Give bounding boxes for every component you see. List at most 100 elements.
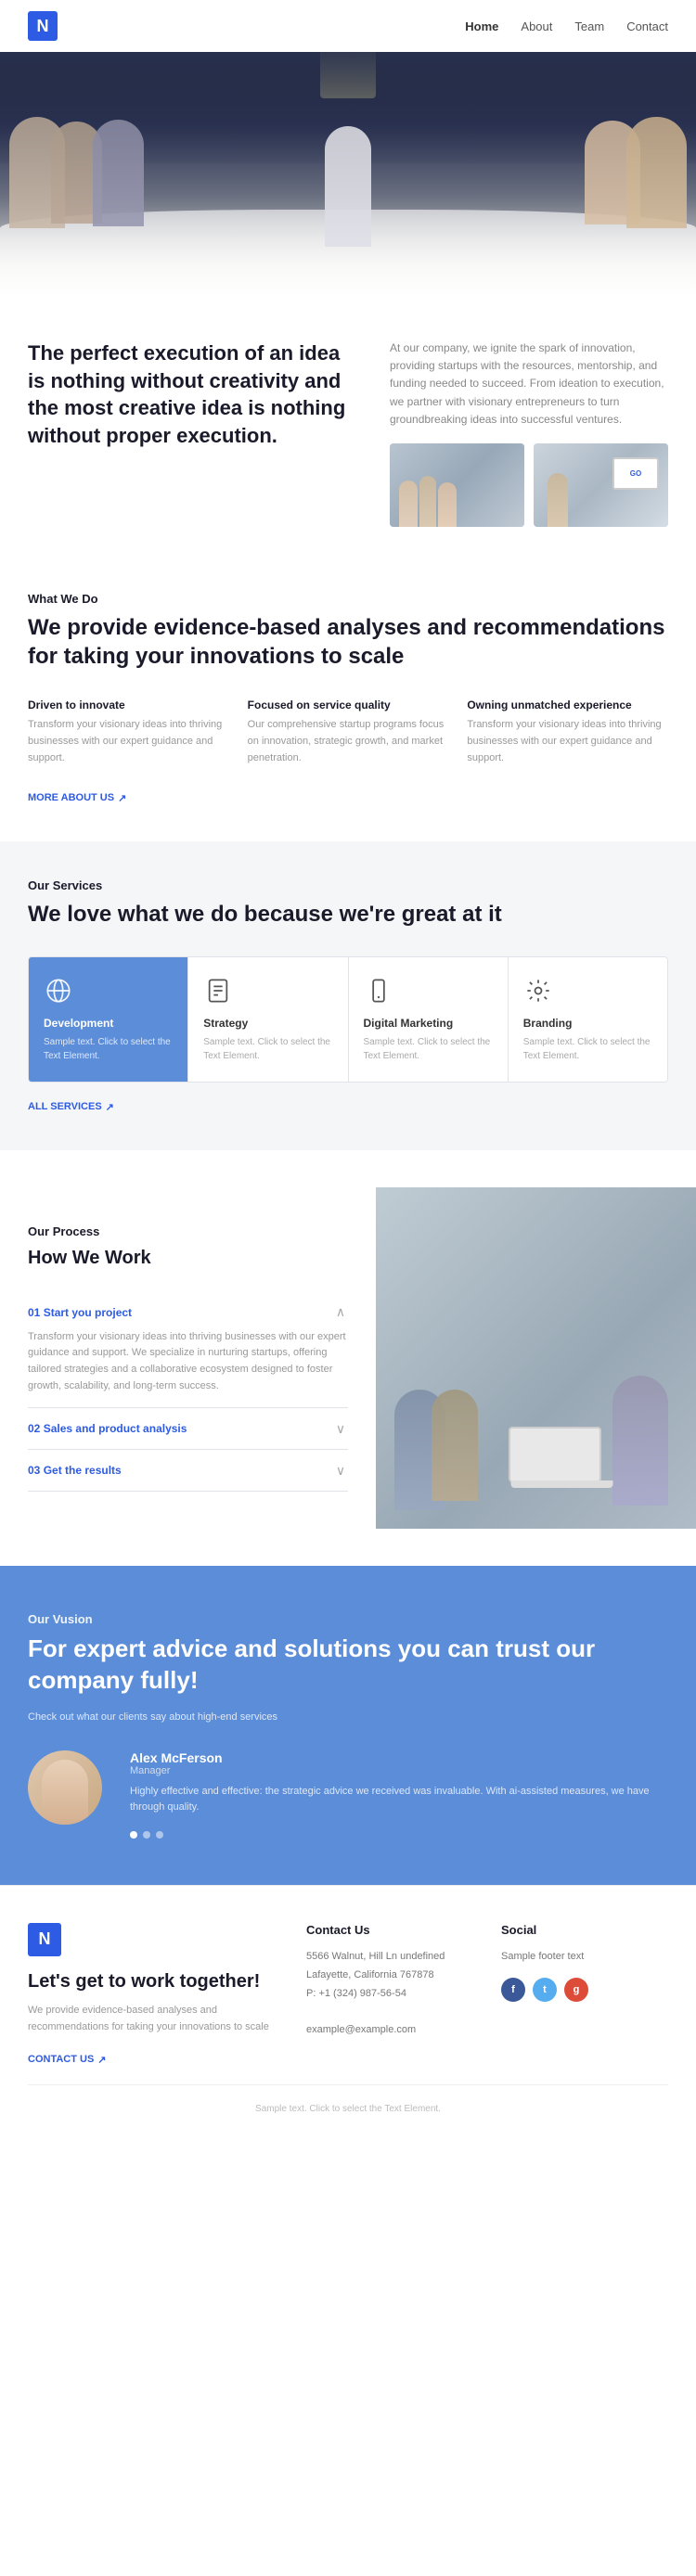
footer-logo: N — [28, 1923, 61, 1956]
hero-section — [0, 52, 696, 293]
footer-bottom: Sample text. Click to select the Text El… — [28, 2084, 668, 2133]
arrow-icon: ↗ — [97, 2054, 106, 2066]
nav-contact[interactable]: Contact — [626, 19, 668, 33]
feature-1-body: Our comprehensive startup programs focus… — [248, 717, 449, 766]
nav-links: Home About Team Contact — [465, 19, 668, 33]
feature-0-body: Transform your visionary ideas into thri… — [28, 717, 229, 766]
service-strategy-body: Sample text. Click to select the Text El… — [203, 1035, 332, 1063]
nav-logo: N — [28, 11, 58, 41]
process-left: Our Process How We Work 01 Start you pro… — [0, 1187, 376, 1529]
wwd-label: What We Do — [28, 592, 668, 606]
vision-avatar — [28, 1750, 102, 1825]
phone-icon — [364, 976, 393, 1006]
vision-person-name: Alex McFerson — [130, 1750, 668, 1765]
vision-dots — [130, 1831, 668, 1839]
footer-contact-title: Contact Us — [306, 1923, 473, 1937]
vision-person-role: Manager — [130, 1765, 668, 1776]
document-icon — [203, 976, 233, 1006]
accordion-step-1-header: 01 Start you project — [28, 1306, 132, 1319]
process-label: Our Process — [28, 1224, 348, 1238]
service-digital-marketing-body: Sample text. Click to select the Text El… — [364, 1035, 493, 1063]
more-about-us-link[interactable]: MORE ABOUT US ↗ — [28, 792, 126, 804]
vision-sub: Check out what our clients say about hig… — [28, 1711, 668, 1723]
service-development[interactable]: Development Sample text. Click to select… — [29, 957, 188, 1082]
googleplus-icon[interactable]: g — [564, 1978, 588, 2002]
chevron-down-icon: ∨ — [333, 1421, 348, 1436]
nav-team[interactable]: Team — [574, 19, 604, 33]
about-images: GO — [390, 443, 668, 527]
services-headline: We love what we do because we're great a… — [28, 900, 668, 929]
footer-contact-col: Contact Us 5566 Walnut, Hill Ln undefine… — [306, 1923, 473, 2066]
footer-social-title: Social — [501, 1923, 668, 1937]
feature-2-body: Transform your visionary ideas into thri… — [467, 717, 668, 766]
vision-testimonial: Alex McFerson Manager Highly effective a… — [130, 1750, 668, 1839]
services-grid: Development Sample text. Click to select… — [28, 956, 668, 1083]
service-branding-title: Branding — [523, 1017, 652, 1030]
services-label: Our Services — [28, 878, 668, 892]
footer-social-col: Social Sample footer text f t g — [501, 1923, 668, 2066]
what-we-do-section: What We Do We provide evidence-based ana… — [0, 555, 696, 841]
footer-address: 5566 Walnut, Hill Ln undefined Lafayette… — [306, 1948, 473, 2040]
feature-2: Owning unmatched experience Transform yo… — [467, 698, 668, 766]
footer: N Let's get to work together! We provide… — [0, 1885, 696, 2151]
about-body: At our company, we ignite the spark of i… — [390, 340, 668, 429]
service-strategy-title: Strategy — [203, 1017, 332, 1030]
about-image-1 — [390, 443, 524, 527]
footer-brand: N Let's get to work together! We provide… — [28, 1923, 278, 2066]
accordion-step-3-header: 03 Get the results — [28, 1464, 122, 1477]
footer-bottom-text: Sample text. Click to select the Text El… — [255, 2104, 441, 2114]
feature-2-title: Owning unmatched experience — [467, 698, 668, 711]
service-development-title: Development — [44, 1017, 173, 1030]
arrow-icon: ↗ — [106, 1101, 114, 1113]
twitter-icon[interactable]: t — [533, 1978, 557, 2002]
footer-social-sample: Sample footer text — [501, 1948, 668, 1967]
facebook-icon[interactable]: f — [501, 1978, 525, 2002]
navbar: N Home About Team Contact — [0, 0, 696, 52]
about-image-2: GO — [534, 443, 668, 527]
footer-contact-link[interactable]: CONTACT US ↗ — [28, 2054, 107, 2066]
vision-dot-1[interactable] — [130, 1831, 137, 1839]
vision-dot-3[interactable] — [156, 1831, 163, 1839]
nav-home[interactable]: Home — [465, 19, 498, 33]
process-section: Our Process How We Work 01 Start you pro… — [0, 1150, 696, 1566]
globe-icon — [44, 976, 73, 1006]
vision-person-quote: Highly effective and effective: the stra… — [130, 1784, 668, 1816]
nav-about[interactable]: About — [521, 19, 552, 33]
feature-1: Focused on service quality Our comprehen… — [248, 698, 449, 766]
about-section: The perfect execution of an idea is noth… — [0, 293, 696, 555]
vision-inner: Alex McFerson Manager Highly effective a… — [28, 1750, 668, 1839]
vision-label: Our Vusion — [28, 1612, 668, 1626]
vision-section: Our Vusion For expert advice and solutio… — [0, 1566, 696, 1885]
vision-dot-2[interactable] — [143, 1831, 150, 1839]
gear-icon — [523, 976, 553, 1006]
accordion-step-2-header: 02 Sales and product analysis — [28, 1422, 187, 1435]
accordion-step-1[interactable]: 01 Start you project ∧ Transform your vi… — [28, 1292, 348, 1408]
footer-desc: We provide evidence-based analyses and r… — [28, 2003, 278, 2035]
service-development-body: Sample text. Click to select the Text El… — [44, 1035, 173, 1063]
feature-0: Driven to innovate Transform your vision… — [28, 698, 229, 766]
vision-headline: For expert advice and solutions you can … — [28, 1634, 668, 1697]
all-services-link[interactable]: ALL SERVICES ↗ — [28, 1101, 114, 1113]
service-branding[interactable]: Branding Sample text. Click to select th… — [509, 957, 667, 1082]
footer-inner: N Let's get to work together! We provide… — [28, 1923, 668, 2066]
chevron-down-icon-2: ∨ — [333, 1463, 348, 1478]
arrow-icon: ↗ — [118, 792, 126, 804]
feature-0-title: Driven to innovate — [28, 698, 229, 711]
about-left: The perfect execution of an idea is noth… — [28, 340, 362, 527]
services-section: Our Services We love what we do because … — [0, 841, 696, 1150]
footer-tagline: Let's get to work together! — [28, 1969, 278, 1993]
service-strategy[interactable]: Strategy Sample text. Click to select th… — [188, 957, 348, 1082]
accordion-step-1-body: Transform your visionary ideas into thri… — [28, 1320, 348, 1394]
social-icons: f t g — [501, 1978, 668, 2002]
feature-1-title: Focused on service quality — [248, 698, 449, 711]
accordion-step-2[interactable]: 02 Sales and product analysis ∨ — [28, 1408, 348, 1450]
process-headline: How We Work — [28, 1246, 348, 1270]
chevron-up-icon: ∧ — [333, 1305, 348, 1320]
service-branding-body: Sample text. Click to select the Text El… — [523, 1035, 652, 1063]
service-digital-marketing[interactable]: Digital Marketing Sample text. Click to … — [349, 957, 509, 1082]
wwd-headline: We provide evidence-based analyses and r… — [28, 613, 668, 671]
features-grid: Driven to innovate Transform your vision… — [28, 698, 668, 766]
process-right — [376, 1187, 696, 1529]
accordion-step-3[interactable]: 03 Get the results ∨ — [28, 1450, 348, 1492]
about-right: At our company, we ignite the spark of i… — [390, 340, 668, 527]
